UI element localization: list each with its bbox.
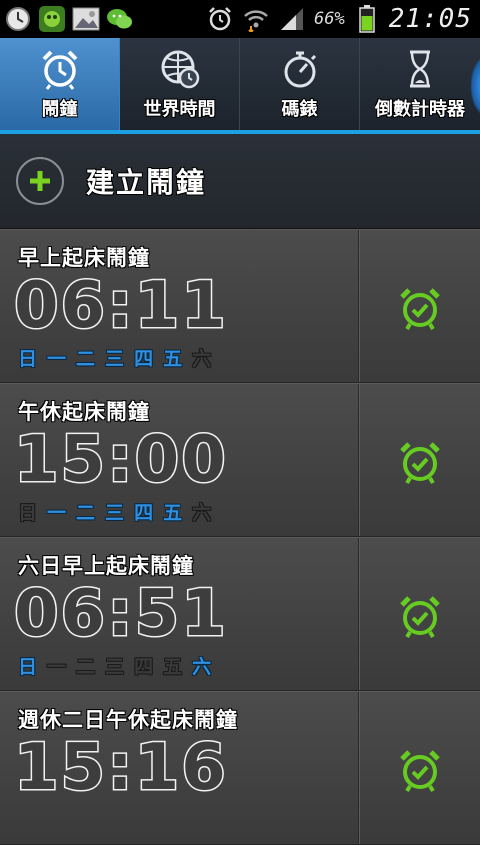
alarm-on-icon	[400, 442, 440, 485]
tab-scroll-indicator	[470, 56, 480, 116]
alarm-toggle[interactable]	[392, 742, 448, 798]
tab-bar: 鬧鐘 世界時間 碼錶 倒數計時器	[0, 38, 480, 130]
wifi-icon	[242, 5, 270, 33]
day-thu: 四	[134, 502, 154, 524]
tab-label: 鬧鐘	[41, 99, 78, 120]
battery-percent: 66%	[314, 9, 345, 29]
day-sun: 日	[18, 502, 38, 524]
day-fri: 五	[163, 656, 183, 678]
hourglass-icon	[410, 50, 430, 88]
status-bar: 66% 21:05	[0, 0, 480, 38]
tab-countdown[interactable]: 倒數計時器	[360, 38, 480, 130]
alarm-item[interactable]: 早上起床鬧鐘 06:11 日 一 二 三 四 五 六	[0, 229, 480, 383]
alarm-toggle[interactable]	[392, 280, 448, 336]
alarm-item[interactable]: 週休二日午休起床鬧鐘 15:16	[0, 691, 480, 845]
day-wed: 三	[105, 348, 125, 370]
tab-label: 倒數計時器	[375, 99, 465, 120]
gallery-image-icon	[72, 5, 100, 33]
day-mon: 一	[47, 502, 67, 524]
day-thu: 四	[134, 656, 154, 678]
tab-label: 世界時間	[143, 99, 216, 120]
item-divider	[358, 692, 359, 844]
tab-world-clock[interactable]: 世界時間	[120, 38, 240, 130]
alarm-time: 06:51	[13, 577, 228, 652]
day-sat: 六	[192, 348, 212, 370]
alarm-item[interactable]: 午休起床鬧鐘 15:00 日 一 二 三 四 五 六	[0, 383, 480, 537]
alarm-clock-icon	[42, 50, 77, 90]
alarm-toggle[interactable]	[392, 434, 448, 490]
alarm-toggle[interactable]	[392, 588, 448, 644]
alarm-name: 早上起床鬧鐘	[18, 246, 150, 270]
day-sun: 日	[18, 656, 38, 678]
day-tue: 二	[76, 656, 96, 678]
day-mon: 一	[47, 348, 67, 370]
alarm-repeat-days: 日 一 二 三 四 五 六	[18, 652, 211, 679]
item-divider	[358, 230, 359, 382]
create-alarm-row[interactable]: 建立鬧鐘	[0, 134, 480, 229]
tab-stopwatch[interactable]: 碼錶	[240, 38, 360, 130]
alarm-on-icon	[400, 288, 440, 331]
alarm-item[interactable]: 六日早上起床鬧鐘 06:51 日 一 二 三 四 五 六	[0, 537, 480, 691]
game-app-icon	[38, 5, 66, 33]
clock-notification-icon	[4, 5, 32, 33]
add-alarm-button[interactable]	[16, 157, 64, 205]
day-sat: 六	[192, 656, 212, 678]
status-time: 21:05	[388, 4, 472, 34]
day-thu: 四	[134, 348, 154, 370]
day-tue: 二	[76, 348, 96, 370]
day-sat: 六	[192, 502, 212, 524]
alarm-status-icon	[206, 5, 234, 33]
alarm-name: 六日早上起床鬧鐘	[18, 554, 194, 578]
day-mon: 一	[47, 656, 67, 678]
alarm-name: 午休起床鬧鐘	[18, 400, 150, 424]
alarm-time: 15:16	[13, 731, 228, 806]
wechat-icon	[106, 5, 134, 33]
alarm-time: 15:00	[13, 423, 228, 498]
tab-label: 碼錶	[281, 99, 318, 120]
day-tue: 二	[76, 502, 96, 524]
signal-strength-icon	[278, 5, 306, 33]
world-clock-icon	[161, 50, 199, 89]
day-wed: 三	[105, 656, 125, 678]
item-divider	[358, 538, 359, 690]
stopwatch-icon	[284, 51, 316, 88]
plus-icon	[30, 171, 50, 191]
alarm-on-icon	[400, 596, 440, 639]
alarm-list: 早上起床鬧鐘 06:11 日 一 二 三 四 五 六 午休起床鬧鐘 15:00 …	[0, 229, 480, 845]
day-fri: 五	[163, 348, 183, 370]
alarm-repeat-days: 日 一 二 三 四 五 六	[18, 344, 211, 371]
alarm-name: 週休二日午休起床鬧鐘	[18, 708, 238, 732]
day-wed: 三	[105, 502, 125, 524]
alarm-on-icon	[400, 750, 440, 793]
tab-alarm[interactable]: 鬧鐘	[0, 38, 120, 130]
item-divider	[358, 384, 359, 536]
day-fri: 五	[163, 502, 183, 524]
alarm-repeat-days: 日 一 二 三 四 五 六	[18, 498, 211, 525]
battery-icon	[353, 5, 381, 33]
day-sun: 日	[18, 348, 38, 370]
alarm-time: 06:11	[13, 269, 228, 344]
create-alarm-label: 建立鬧鐘	[86, 166, 207, 199]
